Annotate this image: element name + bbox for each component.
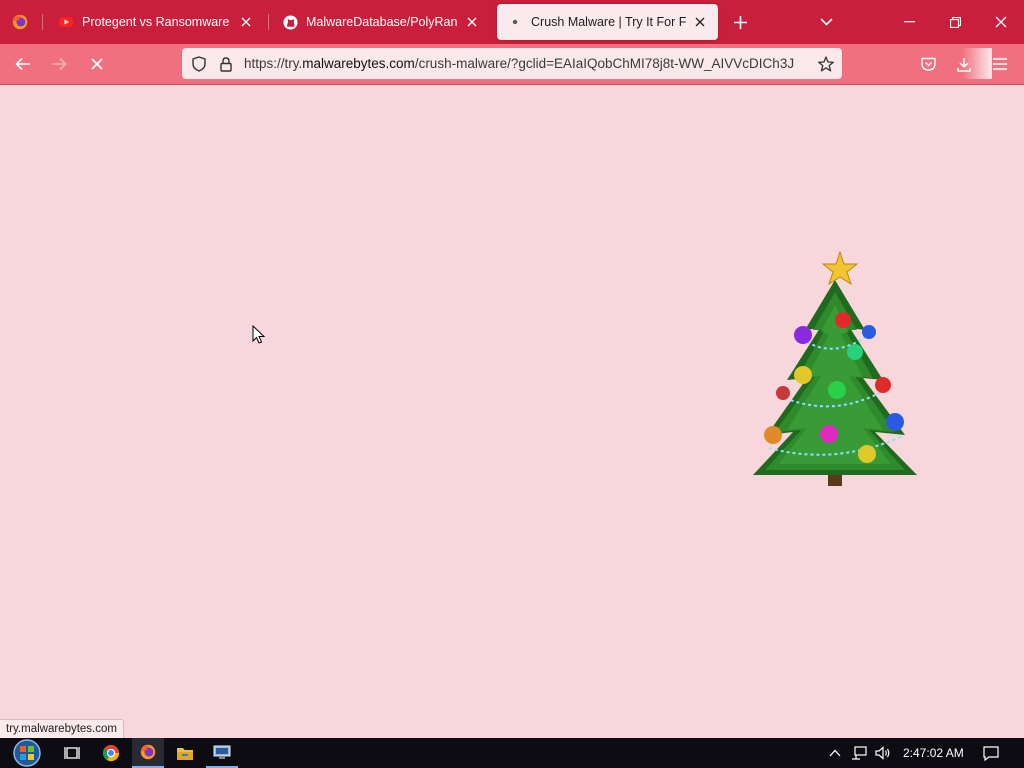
network-app-icon[interactable] xyxy=(206,738,238,768)
close-tab-icon[interactable] xyxy=(692,14,708,30)
firefox-menu-icon[interactable] xyxy=(8,10,32,34)
new-tab-button[interactable] xyxy=(728,10,752,34)
list-all-tabs-icon[interactable] xyxy=(814,10,838,34)
close-window-icon[interactable] xyxy=(986,8,1016,36)
taskbar: 2:47:02 AM xyxy=(0,738,1024,768)
url-text[interactable]: https://try.malwarebytes.com/crush-malwa… xyxy=(244,56,812,71)
app-menu-icon[interactable] xyxy=(988,52,1012,76)
minimize-icon[interactable] xyxy=(894,8,924,36)
bookmark-star-icon[interactable] xyxy=(816,54,836,74)
github-icon xyxy=(282,14,298,30)
url-path: /crush-malware/?gclid=EAIaIQobChMI78j8t-… xyxy=(414,56,795,71)
show-hidden-icons-chevron-icon[interactable] xyxy=(826,738,844,768)
address-bar[interactable]: https://try.malwarebytes.com/crush-malwa… xyxy=(182,48,992,79)
mouse-cursor-icon xyxy=(252,325,266,344)
close-tab-icon[interactable] xyxy=(238,14,254,30)
christmas-tree-image xyxy=(753,250,917,486)
tab-crush-malware[interactable]: Crush Malware | Try It For Free | xyxy=(497,4,718,40)
page-content xyxy=(0,85,1024,738)
status-link-preview: try.malwarebytes.com xyxy=(0,719,124,739)
tab-malware-database[interactable]: MalwareDatabase/PolyRansom xyxy=(272,4,490,40)
tab-strip: Protegent vs Ransomware - You MalwareDat… xyxy=(0,0,1024,44)
navigation-bar: https://try.malwarebytes.com/crush-malwa… xyxy=(0,44,1024,85)
close-tab-icon[interactable] xyxy=(464,14,480,30)
url-domain: malwarebytes.com xyxy=(302,56,415,71)
pocket-icon[interactable] xyxy=(916,52,940,76)
taskbar-clock[interactable]: 2:47:02 AM xyxy=(903,746,964,760)
tab-protegent[interactable]: Protegent vs Ransomware - You xyxy=(48,4,264,40)
back-arrow-icon[interactable] xyxy=(10,52,36,76)
network-icon[interactable] xyxy=(848,738,870,768)
forward-arrow-icon[interactable] xyxy=(46,52,72,76)
tab-title: MalwareDatabase/PolyRansom xyxy=(306,15,458,29)
loading-dot-icon xyxy=(507,14,523,30)
tab-separator xyxy=(268,14,269,30)
lock-icon[interactable] xyxy=(217,55,235,73)
file-explorer-icon[interactable] xyxy=(170,738,200,768)
firefox-taskbar-icon[interactable] xyxy=(132,738,164,768)
action-center-icon[interactable] xyxy=(978,738,1004,768)
task-view-icon[interactable] xyxy=(58,738,86,768)
tab-title: Protegent vs Ransomware - You xyxy=(82,15,232,29)
tab-title: Crush Malware | Try It For Free | xyxy=(531,15,686,29)
stop-loading-icon[interactable] xyxy=(84,52,110,76)
tab-separator xyxy=(42,14,43,30)
url-prefix: https://try. xyxy=(244,56,303,71)
chrome-icon[interactable] xyxy=(96,738,126,768)
restore-icon[interactable] xyxy=(940,8,970,36)
volume-icon[interactable] xyxy=(872,738,894,768)
youtube-icon xyxy=(58,14,74,30)
start-orb-icon[interactable] xyxy=(8,738,46,768)
tracking-protection-shield-icon[interactable] xyxy=(190,55,208,73)
downloads-icon[interactable] xyxy=(952,52,976,76)
